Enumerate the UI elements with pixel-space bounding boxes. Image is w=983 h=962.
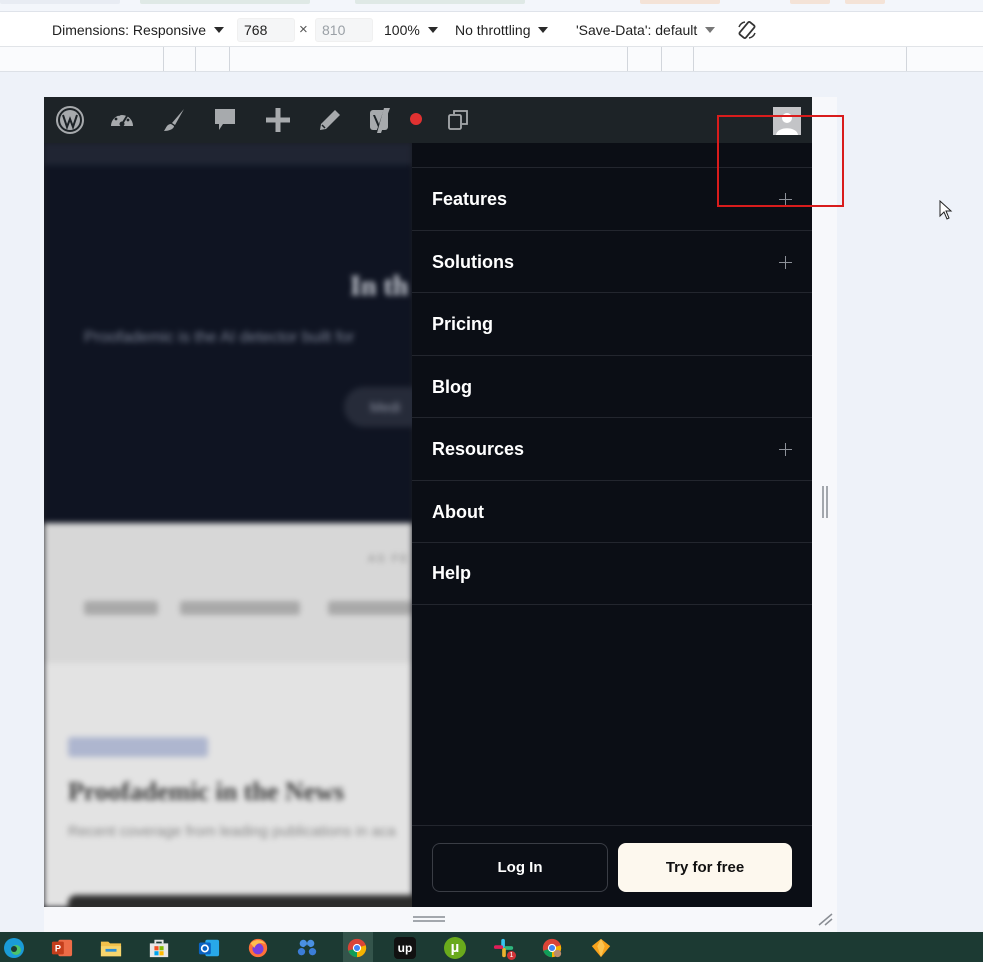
plus-icon[interactable] — [779, 443, 792, 456]
edit-pencil-icon[interactable] — [314, 105, 346, 135]
hero-title: In th — [350, 271, 409, 302]
microsoft-store-icon[interactable] — [148, 937, 170, 959]
menu-item-label: About — [432, 501, 484, 522]
menu-item-label: Features — [432, 188, 508, 209]
dimensions-label: Dimensions: Responsive — [52, 21, 207, 38]
resize-grip-icon[interactable] — [822, 486, 828, 518]
upwork-label: up — [397, 941, 413, 955]
save-data-dropdown[interactable]: 'Save-Data': default — [576, 12, 716, 47]
customize-brush-icon[interactable] — [158, 105, 190, 135]
outlook-icon[interactable] — [198, 937, 220, 959]
press-logo — [328, 601, 412, 615]
plus-icon[interactable] — [779, 256, 792, 269]
press-logo — [84, 601, 158, 615]
chrome-icon[interactable] — [346, 937, 368, 959]
corner-resize-icon[interactable] — [816, 912, 834, 926]
rotate-icon — [738, 20, 756, 39]
try-for-free-button[interactable]: Try for free — [618, 843, 792, 892]
trusted-label: AS FE — [368, 553, 410, 565]
highlight-box — [717, 115, 844, 207]
zoom-dropdown[interactable]: 100% — [384, 12, 438, 47]
windows-taskbar: P up µ 1 — [0, 932, 983, 962]
mouse-cursor-icon — [939, 200, 953, 220]
browser-tab-strip — [0, 0, 983, 12]
chevron-down-icon — [427, 26, 438, 33]
menu-item-label: Pricing — [432, 313, 494, 334]
press-subtitle: Recent coverage from leading publication… — [68, 823, 396, 840]
recording-dot-icon — [410, 113, 422, 125]
resize-grip-icon[interactable] — [413, 916, 445, 922]
press-tag — [68, 737, 208, 757]
press-card — [68, 895, 428, 907]
throttling-label: No throttling — [455, 21, 531, 38]
zoom-label: 100% — [384, 21, 420, 38]
mobile-nav-drawer: Features Solutions Pricing Blog Resource… — [412, 143, 812, 907]
menu-item-label: Resources — [432, 438, 525, 459]
press-title: Proofademic in the News — [68, 777, 345, 806]
bluesky-app-icon[interactable] — [296, 937, 318, 959]
utorrent-label: µ — [450, 939, 460, 956]
hero-section: In th Proofademic is the AI detector bui… — [44, 143, 434, 523]
duplicate-page-icon[interactable] — [442, 105, 474, 135]
throttling-dropdown[interactable]: No throttling — [455, 12, 549, 47]
width-input[interactable]: 768 — [237, 17, 295, 42]
menu-item-help[interactable]: Help — [412, 542, 812, 605]
notification-badge: 1 — [507, 951, 516, 960]
dimensions-dropdown[interactable]: Dimensions: Responsive — [52, 12, 225, 47]
new-content-icon[interactable] — [262, 105, 294, 135]
press-logo — [180, 601, 300, 615]
menu-item-blog[interactable]: Blog — [412, 355, 812, 418]
yoast-icon[interactable] — [366, 105, 398, 135]
firefox-icon[interactable] — [247, 937, 269, 959]
log-in-button[interactable]: Log In — [432, 843, 608, 892]
menu-item-label: Solutions — [432, 251, 514, 272]
menu-item-label: Blog — [432, 376, 472, 397]
comments-icon[interactable] — [209, 105, 241, 135]
height-input[interactable]: 810 — [315, 17, 373, 42]
sketch-icon[interactable] — [590, 937, 612, 959]
chevron-down-icon — [214, 26, 225, 33]
menu-item-solutions[interactable]: Solutions — [412, 230, 812, 293]
utorrent-icon[interactable]: µ — [444, 937, 466, 959]
press-section: Proofademic in the News Recent coverage … — [44, 663, 428, 907]
device-toolbar: Dimensions: Responsive 768 × 810 100% No… — [0, 12, 983, 47]
drawer-footer: Log In Try for free — [412, 825, 812, 907]
dashboard-icon[interactable] — [106, 105, 138, 135]
menu-item-about[interactable]: About — [412, 480, 812, 543]
wordpress-icon[interactable] — [54, 105, 86, 135]
background-page: In th Proofademic is the AI detector bui… — [44, 143, 434, 907]
rotate-device-button[interactable] — [736, 12, 758, 47]
save-data-label: 'Save-Data': default — [576, 21, 698, 38]
chevron-down-icon — [538, 26, 549, 33]
menu-item-label: Help — [432, 563, 472, 583]
powerpoint-icon[interactable]: P — [51, 937, 73, 959]
times-sign: × — [299, 21, 308, 38]
menu-item-pricing[interactable]: Pricing — [412, 292, 812, 355]
menu-item-resources[interactable]: Resources — [412, 417, 812, 480]
edge-icon[interactable] — [3, 937, 25, 959]
upwork-icon[interactable]: up — [394, 937, 416, 959]
emulated-viewport: In th Proofademic is the AI detector bui… — [44, 97, 812, 907]
file-explorer-icon[interactable] — [100, 937, 122, 959]
chevron-down-icon — [705, 26, 716, 33]
logos-section: AS FE Proofademic in the News Recent cov… — [44, 523, 428, 907]
chrome-profile-icon[interactable] — [541, 937, 563, 959]
media-query-ruler[interactable] — [0, 47, 983, 72]
svg-text:P: P — [55, 944, 61, 954]
hero-text: Proofademic is the AI detector built for — [84, 329, 355, 346]
wp-admin-bar — [44, 97, 812, 143]
